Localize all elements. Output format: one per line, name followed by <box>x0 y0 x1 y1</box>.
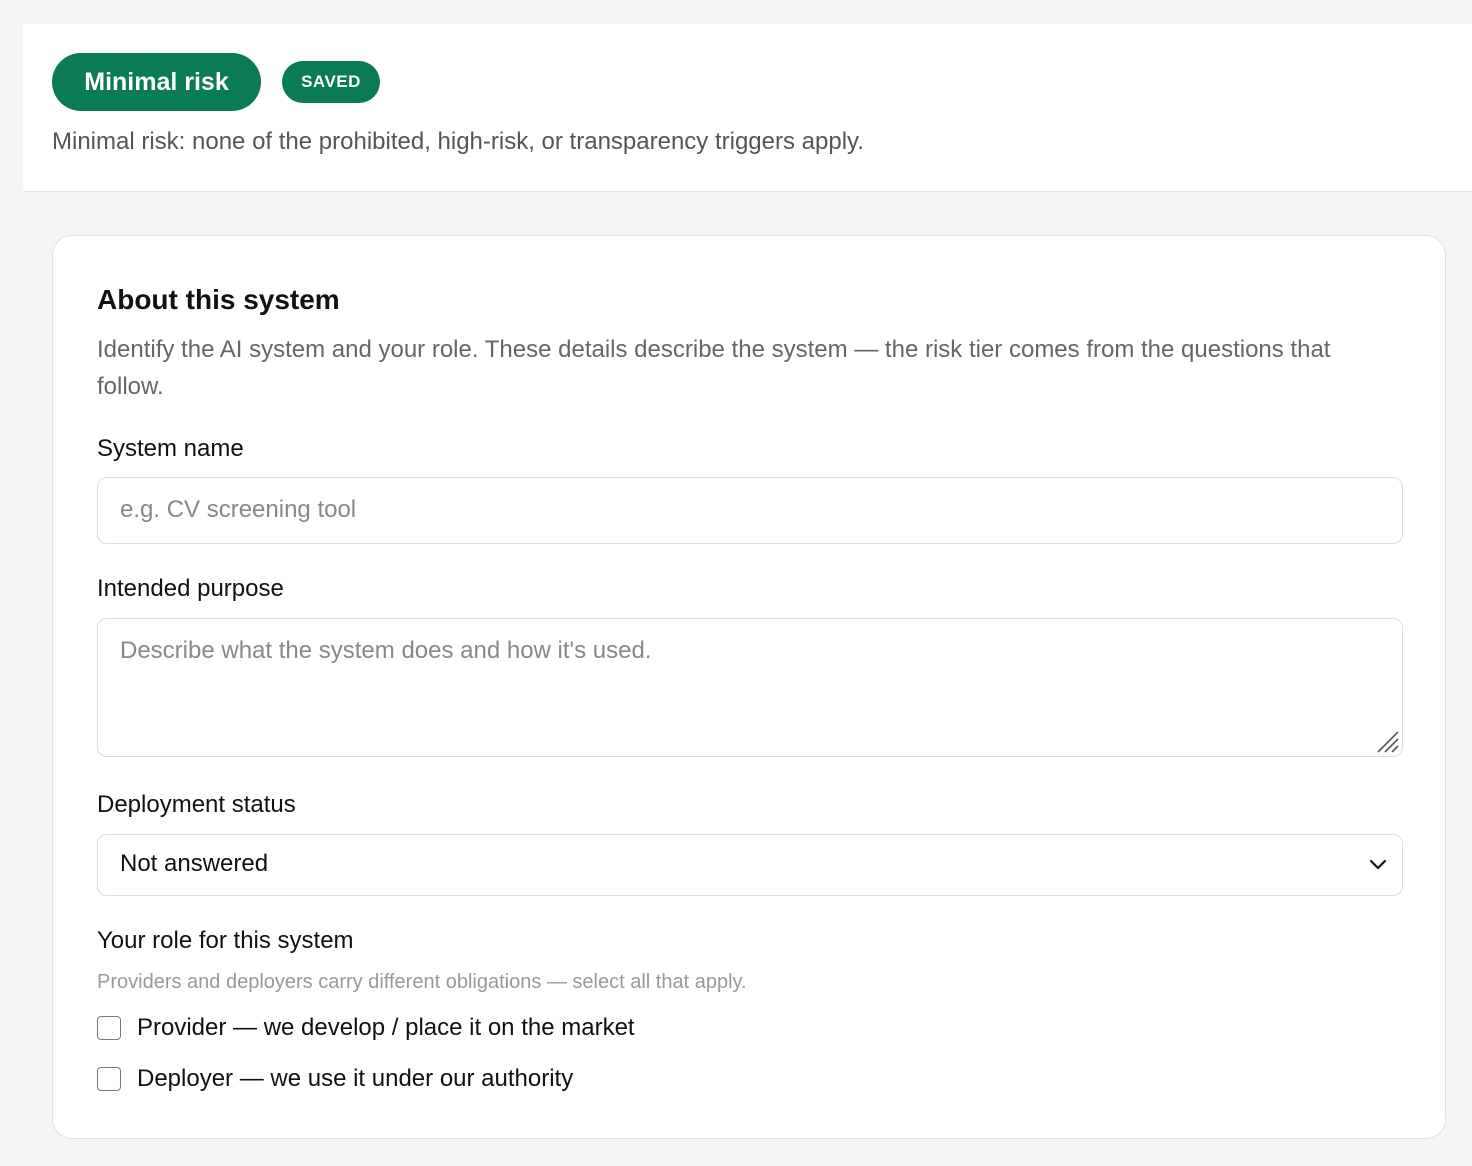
deployment-status-value: Not answered <box>120 850 269 877</box>
risk-header: Minimal risk SAVED Minimal risk: none of… <box>23 24 1472 192</box>
deployer-option[interactable]: Deployer — we use it under our authority <box>97 1064 573 1094</box>
intended-purpose-textarea[interactable]: Describe what the system does and how it… <box>97 618 1403 757</box>
section-title: About this system <box>97 284 340 315</box>
deployment-status-select[interactable]: Not answered <box>97 834 1403 896</box>
system-name-input[interactable]: e.g. CV screening tool <box>97 477 1403 544</box>
deployer-checkbox[interactable] <box>97 1067 121 1091</box>
resize-handle-icon[interactable] <box>1374 728 1400 754</box>
provider-option[interactable]: Provider — we develop / place it on the … <box>97 1013 635 1043</box>
about-system-card: About this system Identify the AI system… <box>52 235 1446 1139</box>
deployment-status-label: Deployment status <box>97 791 296 818</box>
risk-tier-pill: Minimal risk <box>52 53 261 111</box>
system-name-label: System name <box>97 435 244 462</box>
system-name-placeholder: e.g. CV screening tool <box>120 496 357 523</box>
risk-description: Minimal risk: none of the prohibited, hi… <box>52 128 864 155</box>
role-hint: Providers and deployers carry different … <box>97 971 747 993</box>
saved-status-badge: SAVED <box>282 61 380 103</box>
provider-checkbox[interactable] <box>97 1016 121 1040</box>
role-label: Your role for this system <box>97 927 354 954</box>
provider-option-label[interactable]: Provider — we develop / place it on the … <box>137 1014 635 1042</box>
deployer-option-label[interactable]: Deployer — we use it under our authority <box>137 1065 573 1093</box>
intended-purpose-label: Intended purpose <box>97 575 284 602</box>
section-description: Identify the AI system and your role. Th… <box>97 336 1331 400</box>
intended-purpose-placeholder: Describe what the system does and how it… <box>120 637 652 664</box>
chevron-down-icon <box>1369 859 1387 870</box>
